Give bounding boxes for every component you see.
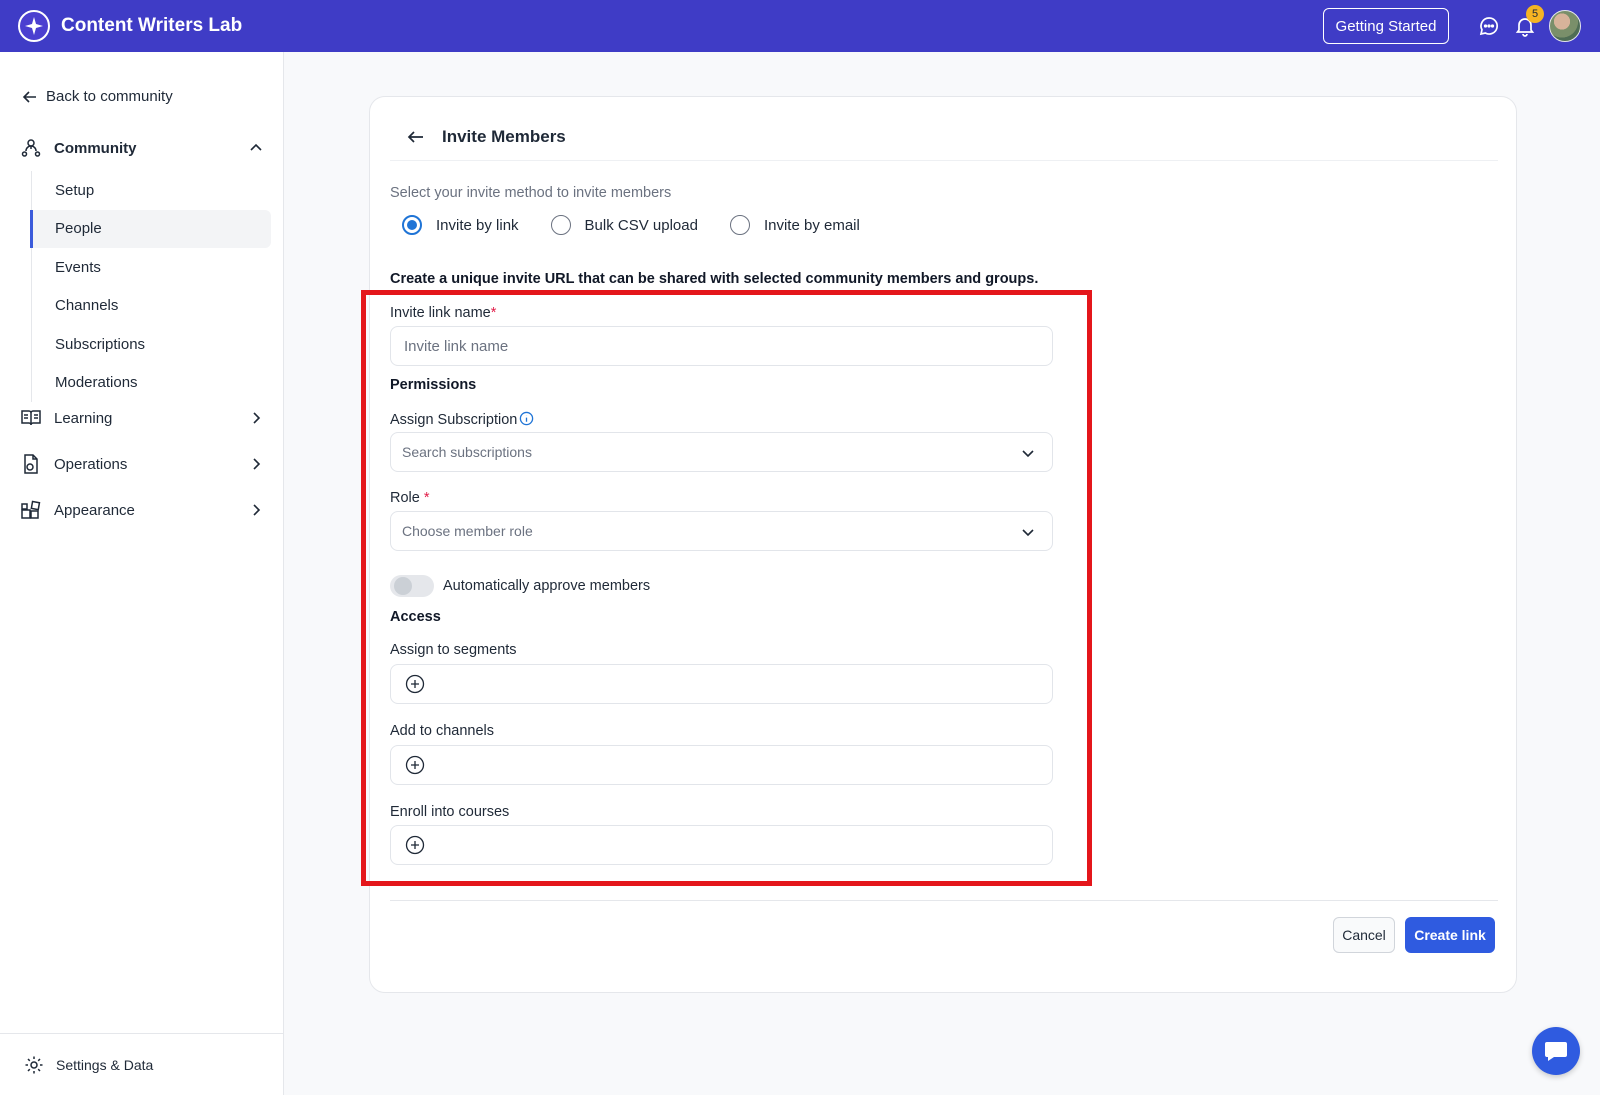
- sidebar-item-setup[interactable]: Setup: [32, 171, 271, 210]
- nav-group-community[interactable]: Community: [20, 137, 264, 159]
- chevron-right-icon: [253, 458, 261, 470]
- nav-group-operations-label: Operations: [54, 455, 128, 473]
- required-asterisk: *: [423, 490, 430, 506]
- radio-dot[interactable]: [729, 215, 750, 235]
- appearance-icon: [21, 500, 41, 519]
- channels-field[interactable]: [390, 745, 1053, 785]
- nav-group-appearance[interactable]: Appearance: [20, 499, 264, 521]
- invite-members-card: Invite Members Select your invite method…: [369, 96, 1517, 993]
- radio-bulk-csv-upload[interactable]: Bulk CSV upload: [550, 215, 698, 235]
- auto-approve-row: Automatically approve members: [390, 575, 650, 597]
- add-segment-icon[interactable]: [405, 674, 425, 694]
- assign-subscription-label-text: Assign Subscription: [390, 412, 518, 428]
- enroll-into-courses-label: Enroll into courses: [390, 804, 510, 820]
- radio-invite-by-link[interactable]: Invite by link: [402, 215, 519, 235]
- sidebar-item-people[interactable]: People: [30, 209, 271, 248]
- radio-dot[interactable]: [550, 215, 571, 235]
- role-select[interactable]: Choose member role: [390, 511, 1053, 551]
- sidebar-item-channels[interactable]: Channels: [32, 287, 271, 326]
- access-heading: Access: [390, 609, 441, 625]
- user-avatar[interactable]: [1549, 10, 1581, 42]
- add-to-channels-label: Add to channels: [390, 723, 494, 739]
- invite-link-name-label: Invite link name*: [390, 305, 496, 321]
- community-sub-list: Setup People Events Channels Subscriptio…: [30, 171, 271, 403]
- app-logo-icon[interactable]: [18, 10, 50, 42]
- back-to-community-label: Back to community: [46, 88, 173, 105]
- back-arrow-icon[interactable]: [406, 127, 426, 147]
- back-to-community-link[interactable]: Back to community: [22, 88, 173, 105]
- gear-icon: [25, 1056, 43, 1073]
- toggle-knob: [394, 577, 412, 595]
- add-course-icon[interactable]: [405, 835, 425, 855]
- nav-group-learning[interactable]: Learning: [20, 407, 264, 429]
- subscription-select[interactable]: Search subscriptions: [390, 432, 1053, 472]
- auto-approve-toggle[interactable]: [390, 575, 434, 597]
- role-placeholder: Choose member role: [402, 523, 533, 539]
- operations-icon: [24, 454, 38, 474]
- invite-description: Create a unique invite URL that can be s…: [390, 271, 1039, 287]
- cancel-button[interactable]: Cancel: [1333, 917, 1395, 953]
- radio-label: Invite by link: [436, 216, 519, 234]
- nav-group-operations[interactable]: Operations: [20, 453, 264, 475]
- sidebar-item-subscriptions[interactable]: Subscriptions: [32, 325, 271, 364]
- chat-icon[interactable]: [1478, 15, 1500, 37]
- radio-label: Invite by email: [763, 216, 860, 234]
- nav-group-appearance-label: Appearance: [54, 501, 135, 519]
- add-channel-icon[interactable]: [405, 755, 425, 775]
- page-title: Invite Members: [442, 127, 566, 146]
- chevron-right-icon: [253, 504, 261, 516]
- assign-subscription-label: Assign Subscription: [390, 411, 534, 428]
- courses-field[interactable]: [390, 825, 1053, 865]
- invite-method-radio-group: Invite by link Bulk CSV upload Invite by…: [402, 215, 892, 235]
- settings-and-data-label: Settings & Data: [56, 1056, 154, 1073]
- invite-link-name-placeholder: Invite link name: [404, 337, 509, 355]
- segments-field[interactable]: [390, 664, 1053, 704]
- community-icon: [21, 139, 41, 157]
- chevron-down-icon: [1022, 529, 1034, 537]
- auto-approve-label: Automatically approve members: [443, 578, 651, 594]
- role-label-text: Role: [390, 490, 420, 506]
- footer-divider: [390, 900, 1498, 901]
- notification-badge: 5: [1526, 5, 1544, 23]
- chevron-up-icon: [250, 143, 262, 151]
- settings-and-data-link[interactable]: Settings & Data: [0, 1033, 284, 1095]
- permissions-heading: Permissions: [390, 377, 477, 393]
- sidebar-item-events[interactable]: Events: [32, 248, 271, 287]
- book-icon: [21, 410, 41, 426]
- radio-invite-by-email[interactable]: Invite by email: [729, 215, 860, 235]
- sidebar-item-moderations[interactable]: Moderations: [32, 364, 271, 403]
- nav-group-community-label: Community: [54, 139, 137, 157]
- message-icon: [1545, 1042, 1567, 1061]
- app-title[interactable]: Content Writers Lab: [61, 15, 242, 37]
- chevron-down-icon: [1022, 450, 1034, 458]
- role-label: Role *: [390, 490, 430, 506]
- create-link-button[interactable]: Create link: [1405, 917, 1495, 953]
- chevron-right-icon: [253, 412, 261, 424]
- radio-label: Bulk CSV upload: [584, 216, 698, 234]
- assign-to-segments-label: Assign to segments: [390, 642, 517, 658]
- support-chat-button[interactable]: [1532, 1027, 1580, 1075]
- radio-dot[interactable]: [402, 215, 422, 235]
- top-bar: Content Writers Lab Getting Started 5: [0, 0, 1600, 52]
- sidebar: Back to community Community Setup People…: [0, 52, 284, 1095]
- required-asterisk: *: [490, 305, 497, 321]
- getting-started-button[interactable]: Getting Started: [1323, 8, 1449, 44]
- invite-link-name-input[interactable]: Invite link name: [390, 326, 1053, 366]
- invite-link-name-label-text: Invite link name: [390, 305, 491, 321]
- card-header: Invite Members: [390, 117, 1498, 161]
- invite-method-label: Select your invite method to invite memb…: [390, 185, 672, 201]
- subscription-placeholder: Search subscriptions: [402, 444, 532, 460]
- nav-group-learning-label: Learning: [54, 409, 113, 427]
- info-icon[interactable]: [519, 411, 534, 426]
- arrow-left-icon: [22, 90, 36, 103]
